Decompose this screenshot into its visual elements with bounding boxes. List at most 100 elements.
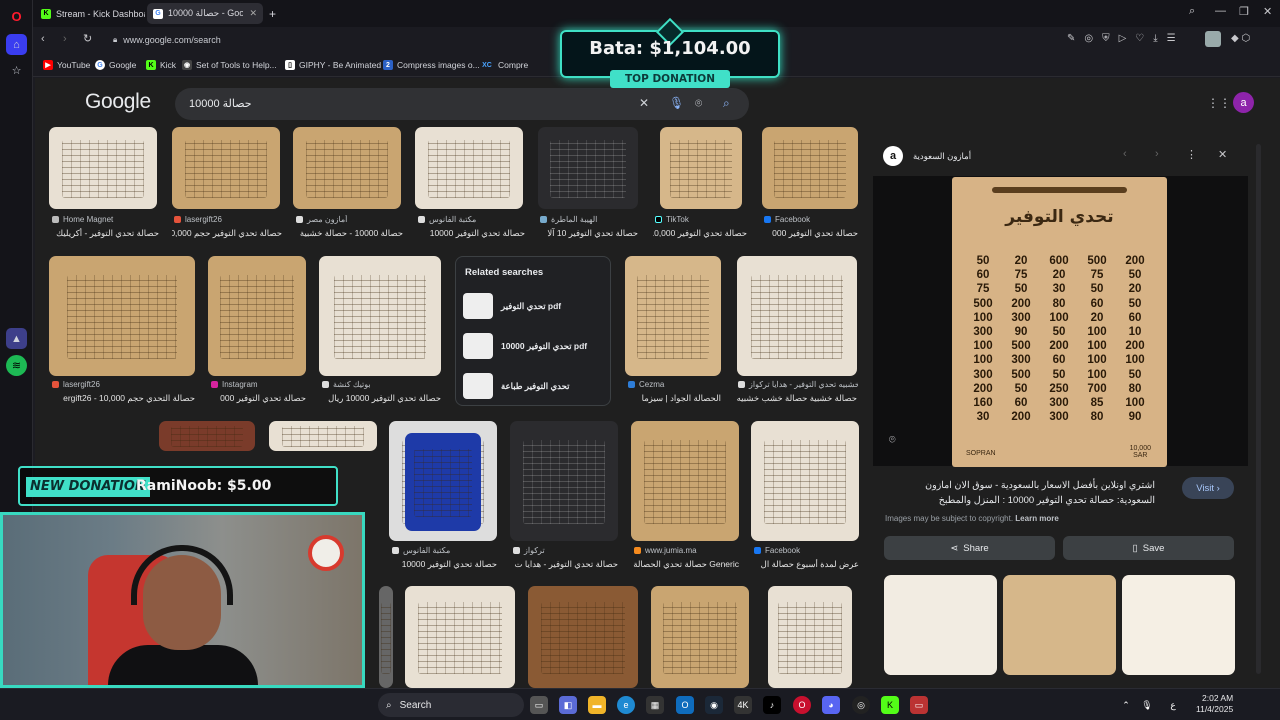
opera-icon[interactable]: O bbox=[793, 696, 811, 714]
minimize-icon[interactable]: — bbox=[1215, 5, 1226, 17]
lens-search-icon[interactable]: ⌾ bbox=[889, 434, 896, 447]
task-view-icon[interactable]: ▭ bbox=[530, 696, 548, 714]
result-image[interactable] bbox=[768, 586, 852, 688]
system-clock[interactable]: 2:02 AM 11/4/2025 bbox=[1196, 693, 1233, 715]
outlook-icon[interactable]: O bbox=[676, 696, 694, 714]
result-caption[interactable]: حصالة خشبية حصالة خشب خشبيه bbox=[737, 393, 857, 404]
preview-image[interactable]: تحدي التوفير 50 20 600 500 200 60 75 20 75 50 75 50… bbox=[873, 176, 1248, 467]
result-caption[interactable]: حصالة تحدي التوفير 10000 bbox=[415, 228, 525, 239]
clear-icon[interactable]: ✕ bbox=[639, 96, 649, 110]
close-window-icon[interactable]: ✕ bbox=[1263, 5, 1272, 18]
obs-icon[interactable]: ◎ bbox=[852, 696, 870, 714]
result-caption[interactable]: حصالة 10000 - حصالة خشبية bbox=[293, 228, 403, 239]
home-icon[interactable]: ⌂ bbox=[6, 34, 27, 55]
result-caption[interactable]: حصالة تحدي التوفير 10 آلا bbox=[538, 228, 638, 239]
profile-icon[interactable] bbox=[1205, 31, 1221, 47]
result-caption[interactable]: Generic حصالة تحدي الحصالة من bbox=[631, 559, 739, 570]
kick-app-icon[interactable]: K bbox=[881, 696, 899, 714]
panel-header[interactable]: a أمازون السعودية bbox=[883, 146, 971, 166]
result-image[interactable] bbox=[49, 127, 157, 209]
mic-icon[interactable]: 🎙︎ bbox=[669, 96, 684, 110]
widgets-icon[interactable]: ◧ bbox=[559, 696, 577, 714]
result-caption[interactable]: حصالة تحدي التوفير 000 bbox=[208, 393, 306, 404]
star-icon[interactable]: ☆ bbox=[6, 60, 27, 81]
result-image[interactable] bbox=[631, 421, 739, 541]
file-explorer-icon[interactable]: ▬ bbox=[588, 696, 606, 714]
mic-tray-icon[interactable]: 🎙︎ bbox=[1138, 696, 1156, 714]
toolbar-icons[interactable]: ✎◎⛨▷♡⤓☰ bbox=[1067, 33, 1185, 44]
edge-icon[interactable]: e bbox=[617, 696, 635, 714]
result-caption[interactable]: الحصالة الجواد | سيزما bbox=[625, 393, 721, 404]
search-box[interactable]: حصالة 10000 ✕ 🎙︎ ⌾ ⌕ bbox=[175, 88, 749, 120]
prev-icon[interactable]: ‹ bbox=[1123, 148, 1127, 160]
result-caption[interactable]: حصالة تحدي التوفير - أكريليك bbox=[49, 228, 159, 239]
result-source[interactable]: Instagram bbox=[211, 380, 307, 389]
close-panel-icon[interactable]: ✕ bbox=[1218, 148, 1227, 161]
related-item[interactable]: تحدي التوفير 10000 pdf bbox=[461, 329, 607, 363]
result-image[interactable] bbox=[737, 256, 857, 376]
tab-google-search[interactable]: G حصالة 10000 - Google Search ✕ bbox=[147, 3, 263, 24]
result-image[interactable] bbox=[172, 127, 280, 209]
result-image[interactable] bbox=[751, 421, 859, 541]
result-image[interactable] bbox=[208, 256, 306, 376]
tab-kick-dashboard[interactable]: K Stream - Kick Dashboard bbox=[35, 3, 145, 24]
result-image[interactable] bbox=[269, 421, 377, 451]
bookmark-kick[interactable]: K Kick bbox=[146, 57, 176, 73]
result-image[interactable] bbox=[762, 127, 858, 209]
google-logo[interactable]: Google bbox=[85, 90, 151, 114]
result-image[interactable] bbox=[405, 433, 481, 531]
bookmark-compress[interactable]: 2 Compress images o... bbox=[383, 57, 480, 73]
bookmark-giphy[interactable]: ▯ GIPHY - Be Animated bbox=[285, 57, 381, 73]
related-item[interactable]: تحدي التوفير طباعة bbox=[461, 369, 607, 403]
result-source[interactable]: أمازون مصر bbox=[296, 215, 406, 224]
share-button[interactable]: ⋖ Share bbox=[884, 536, 1055, 560]
more-options-icon[interactable]: ⋮ bbox=[1186, 148, 1197, 161]
result-image[interactable] bbox=[415, 127, 523, 209]
reload-icon[interactable]: ↻ bbox=[83, 32, 92, 45]
taskbar-search[interactable]: ⌕ Search bbox=[378, 693, 524, 717]
result-image[interactable] bbox=[660, 127, 742, 209]
search-icon[interactable]: ⌕ bbox=[723, 96, 730, 111]
result-source[interactable]: lasergift26 bbox=[52, 380, 192, 389]
result-image[interactable] bbox=[538, 127, 638, 209]
result-caption[interactable]: حصالة تحدي التوفير - هدايا ت bbox=[510, 559, 618, 570]
related-thumb[interactable] bbox=[884, 575, 997, 675]
url-field[interactable]: 🔒︎ www.google.com/search bbox=[113, 29, 583, 51]
discord-icon[interactable]: ◕ bbox=[822, 696, 840, 714]
result-source[interactable]: Facebook bbox=[754, 546, 862, 555]
related-item[interactable]: تحدي التوفير pdf bbox=[461, 289, 607, 323]
result-caption[interactable]: حصالة تحدي التوفير 000 bbox=[762, 228, 858, 239]
tray-chevron-icon[interactable]: ⌃ bbox=[1117, 696, 1135, 714]
result-image[interactable] bbox=[319, 256, 441, 376]
result-source[interactable]: Facebook bbox=[764, 215, 860, 224]
result-source[interactable]: Cezma bbox=[628, 380, 724, 389]
bookmark-google[interactable]: G Google bbox=[95, 57, 136, 73]
new-tab-button[interactable]: + bbox=[263, 3, 281, 24]
result-image[interactable] bbox=[293, 127, 401, 209]
result-image[interactable] bbox=[625, 256, 721, 376]
opera-logo-icon[interactable]: O bbox=[6, 6, 27, 27]
result-source[interactable]: TikTok bbox=[655, 215, 745, 224]
aria-icon[interactable]: ▲ bbox=[6, 328, 27, 349]
result-source[interactable]: lasergift26 bbox=[174, 215, 284, 224]
lens-icon[interactable]: ⌾ bbox=[695, 96, 702, 111]
streamlabs-icon[interactable]: ▭ bbox=[910, 696, 928, 714]
result-image[interactable] bbox=[49, 256, 195, 376]
result-caption[interactable]: حصالة تحدي التوفير حجم 10,000 bbox=[172, 228, 282, 239]
result-source[interactable]: تركواز bbox=[513, 546, 621, 555]
scrollbar[interactable] bbox=[1256, 144, 1261, 674]
forward-icon[interactable]: › bbox=[63, 33, 67, 45]
learn-more-link[interactable]: Learn more bbox=[1015, 514, 1059, 523]
close-tab-icon[interactable]: ✕ bbox=[249, 8, 257, 19]
panel-description[interactable]: اشتري اونلاين بأفضل الاسعار بالسعودية - … bbox=[885, 478, 1155, 508]
maximize-icon[interactable]: ❐ bbox=[1239, 5, 1249, 18]
result-caption[interactable]: حصالة تحدي التوفير 10,000 ج bbox=[653, 228, 747, 239]
result-caption[interactable]: عرض لمدة أسبوع حصالة ال bbox=[751, 559, 859, 570]
extension-icon[interactable]: ◆ ⬡ bbox=[1231, 33, 1250, 44]
result-image[interactable] bbox=[405, 586, 515, 688]
save-button[interactable]: ▯ Save bbox=[1063, 536, 1234, 560]
back-icon[interactable]: ‹ bbox=[41, 33, 45, 45]
steam-icon[interactable]: ◉ bbox=[705, 696, 723, 714]
result-caption[interactable]: حصالة تحدي التوفير 10000 bbox=[389, 559, 497, 570]
result-source[interactable]: بوتيك كنشة bbox=[322, 380, 442, 389]
